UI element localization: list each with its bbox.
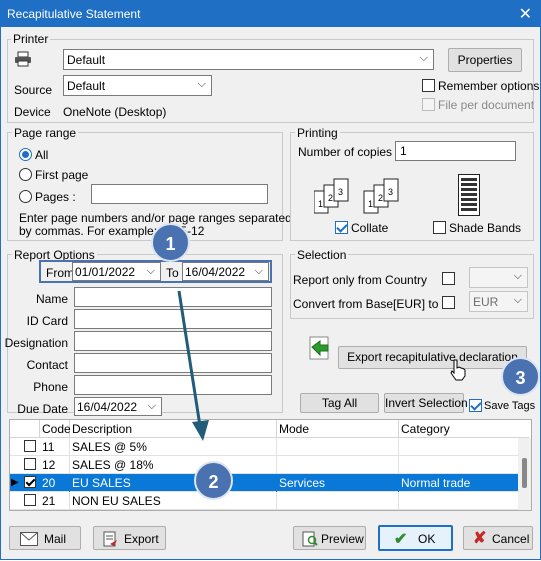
ok-button[interactable]: ✔ OK xyxy=(378,525,453,551)
checkmark-icon: ✔ xyxy=(394,531,408,548)
cancel-label: Cancel xyxy=(492,532,530,546)
preview-button[interactable]: Preview xyxy=(293,526,366,550)
callout-badge-1: 1 xyxy=(151,223,190,262)
recapitulative-statement-dialog: Recapitulative Statement ✕ Printer Defau… xyxy=(0,0,541,560)
callout-badge-2: 2 xyxy=(194,461,233,500)
export-label: Export xyxy=(124,532,159,546)
mail-label: Mail xyxy=(44,532,67,546)
ok-label: OK xyxy=(418,532,436,546)
mail-icon xyxy=(20,532,38,549)
preview-label: Preview xyxy=(321,532,364,546)
export-button[interactable]: Export xyxy=(93,526,166,550)
cancel-button[interactable]: ✘ Cancel xyxy=(463,526,533,550)
preview-icon xyxy=(302,531,318,550)
callout-badge-3: 3 xyxy=(501,357,540,396)
mail-button[interactable]: Mail xyxy=(9,526,81,550)
cancel-x-icon: ✘ xyxy=(473,530,487,547)
annotation-arrow xyxy=(177,290,209,441)
export-icon xyxy=(102,531,118,550)
